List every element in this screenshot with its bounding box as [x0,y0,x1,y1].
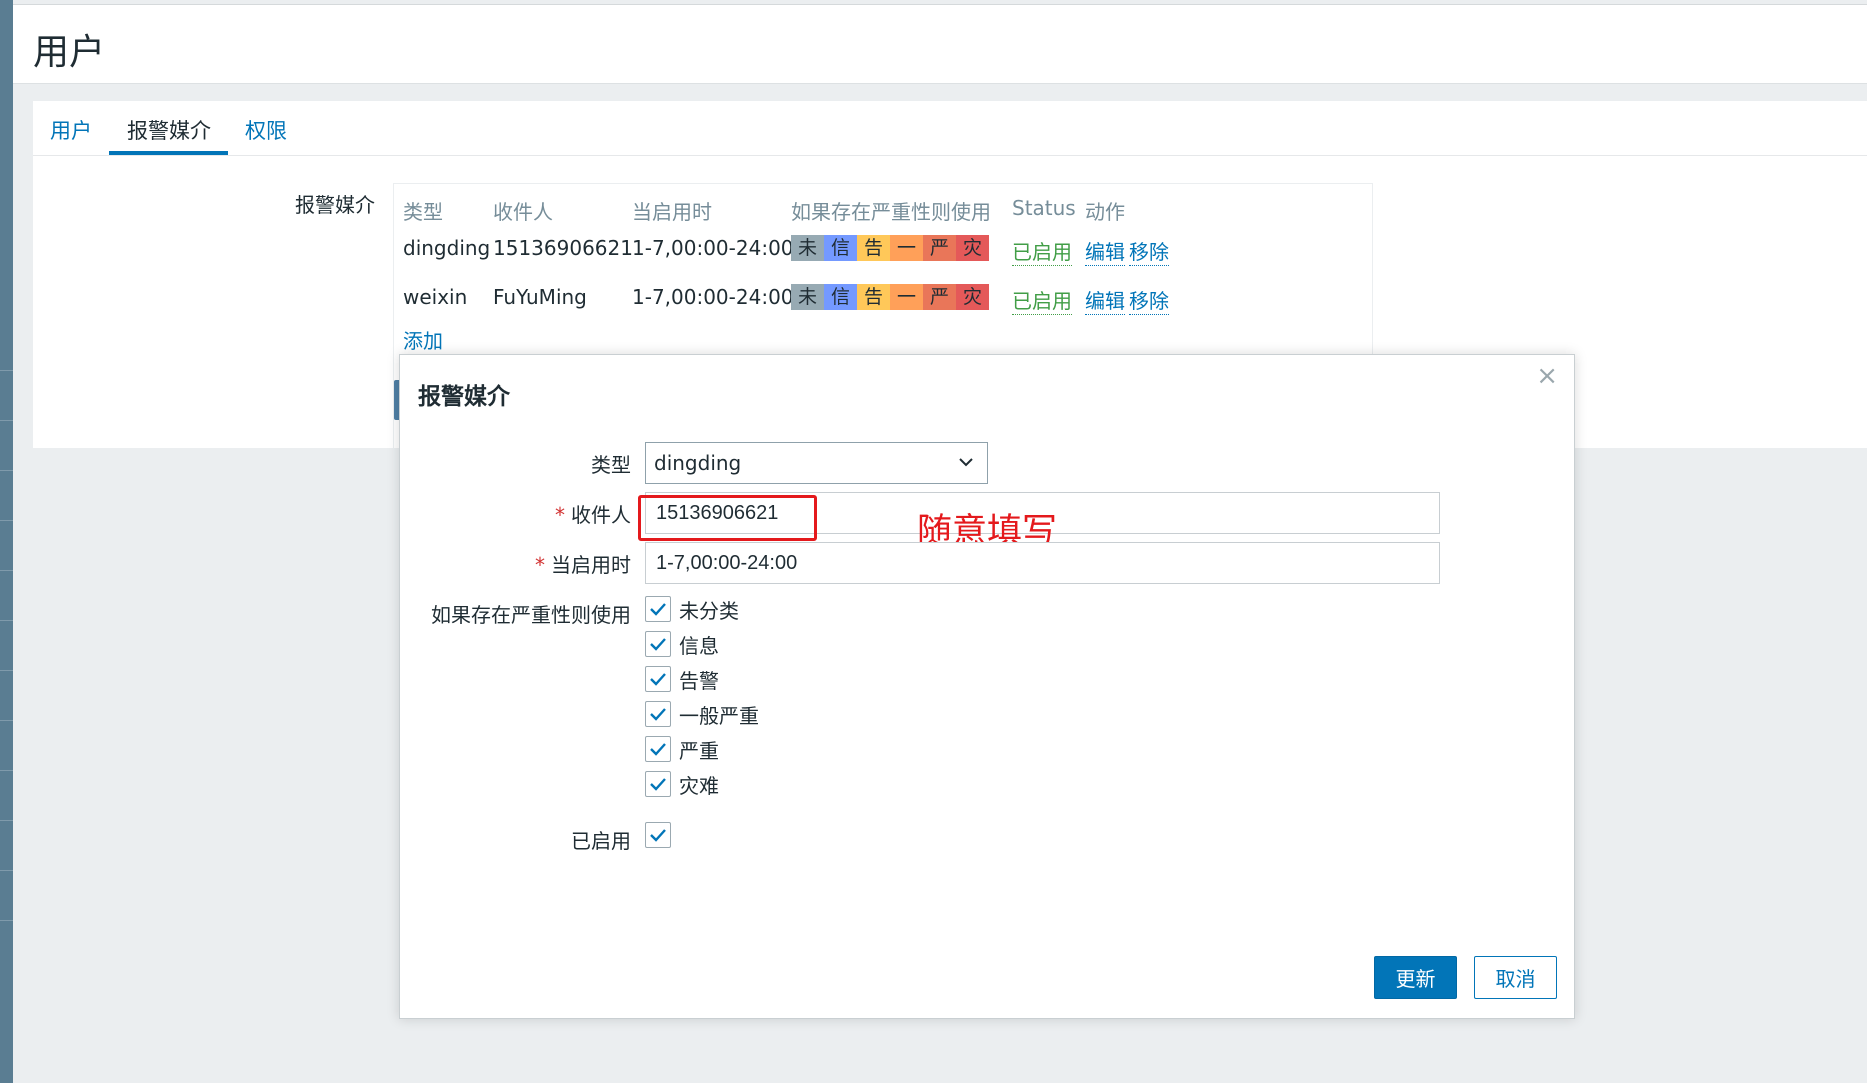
sidebar-divider [0,370,13,371]
table-cell-when-active: 1-7,00:00-24:00 [632,236,794,260]
enabled-label: 已启用 [571,829,631,853]
update-button[interactable]: 更新 [1374,956,1457,999]
checkbox[interactable] [645,701,671,727]
remove-link[interactable]: 移除 [1129,285,1169,315]
sidebar-divider [0,570,13,571]
type-select[interactable]: dingding [645,442,988,484]
severity-badge-information: 信 [824,284,857,310]
severity-badge-average: 一 [890,284,923,310]
checkbox-label: 灾难 [679,773,719,798]
checkbox[interactable] [645,596,671,622]
column-header-severity: 如果存在严重性则使用 [791,200,991,224]
media-field-label: 报警媒介 [295,193,375,217]
add-media-link[interactable]: 添加 [403,325,443,355]
checkmark-icon [650,829,666,842]
column-header-status: Status [1012,196,1076,220]
severity-badge-not-classified: 未 [791,235,824,261]
edit-link[interactable]: 编辑 [1085,236,1125,266]
sidebar-divider [0,670,13,671]
table-cell-type: weixin [403,285,468,309]
checkmark-icon [650,743,666,756]
column-header-actions: 动作 [1085,200,1125,224]
sidebar-divider [0,520,13,521]
column-header-type: 类型 [403,200,443,224]
column-header-recipient: 收件人 [493,200,553,224]
media-dialog: 报警媒介 × 类型 dingding *收件人 随意填写 *当启用时 如果存在严… [399,354,1575,1019]
severity-badge-high: 严 [923,284,956,310]
severity-badge-warning: 告 [857,235,890,261]
checkbox[interactable] [645,736,671,762]
sidebar-divider [0,820,13,821]
sidebar-divider [0,770,13,771]
tab-user[interactable]: 用户 [50,115,92,145]
required-marker: * [535,553,545,577]
checkmark-icon [650,638,666,651]
page-title: 用户 [33,32,106,73]
severity-checkbox-disaster[interactable]: 灾难 [645,771,719,798]
recipient-label-text: 收件人 [571,503,631,527]
status-enabled-link[interactable]: 已启用 [1012,236,1072,266]
checkmark-icon [650,708,666,721]
page-header: 用户 [13,4,1867,84]
severity-badge-information: 信 [824,235,857,261]
chevron-down-icon [959,458,973,467]
severity-checkbox-information[interactable]: 信息 [645,631,719,658]
checkbox-label: 一般严重 [679,703,759,728]
tab-media[interactable]: 报警媒介 [127,115,211,145]
checkbox[interactable] [645,666,671,692]
tab-permissions[interactable]: 权限 [245,115,287,145]
table-cell-recipient: 15136906621 [493,236,633,260]
type-label: 类型 [591,453,631,477]
checkbox-label: 严重 [679,738,719,763]
sidebar-divider [0,920,13,921]
column-header-when-active: 当启用时 [632,200,712,224]
checkbox-label: 告警 [679,668,719,693]
tab-bar: 用户 报警媒介 权限 [33,101,1867,156]
severity-checkbox-warning[interactable]: 告警 [645,666,719,693]
enabled-checkbox[interactable] [645,822,671,848]
severity-badges: 未 信 告 一 严 灾 [791,284,989,310]
checkbox[interactable] [645,822,671,848]
table-cell-type: dingding [403,236,491,260]
sidebar-divider [0,720,13,721]
severity-badge-disaster: 灾 [956,235,989,261]
severity-checkbox-not-classified[interactable]: 未分类 [645,596,739,623]
checkbox-label: 未分类 [679,598,739,623]
severity-badges: 未 信 告 一 严 灾 [791,235,989,261]
sidebar-divider [0,420,13,421]
severity-badge-high: 严 [923,235,956,261]
checkmark-icon [650,603,666,616]
severity-badge-warning: 告 [857,284,890,310]
when-active-label-text: 当启用时 [551,553,631,577]
sidebar-divider [0,870,13,871]
remove-link[interactable]: 移除 [1129,236,1169,266]
checkmark-icon [650,673,666,686]
severity-badge-not-classified: 未 [791,284,824,310]
severity-checkbox-high[interactable]: 严重 [645,736,719,763]
required-marker: * [555,503,565,527]
severity-checkbox-average[interactable]: 一般严重 [645,701,759,728]
checkbox-label: 信息 [679,633,719,658]
edit-link[interactable]: 编辑 [1085,285,1125,315]
dialog-title: 报警媒介 [418,384,510,410]
table-cell-recipient: FuYuMing [493,285,587,309]
severity-label: 如果存在严重性则使用 [431,603,631,627]
cancel-button[interactable]: 取消 [1474,956,1557,999]
close-icon[interactable]: × [1536,361,1558,391]
type-select-value: dingding [654,451,742,475]
sidebar-divider [0,620,13,621]
severity-badge-average: 一 [890,235,923,261]
left-sidebar-strip [0,0,13,1083]
checkmark-icon [650,778,666,791]
sidebar-divider [0,470,13,471]
status-enabled-link[interactable]: 已启用 [1012,285,1072,315]
active-tab-indicator [109,151,228,155]
when-active-input[interactable] [645,542,1440,584]
checkbox[interactable] [645,771,671,797]
severity-badge-disaster: 灾 [956,284,989,310]
recipient-label: * 收件人 [555,499,631,528]
table-cell-when-active: 1-7,00:00-24:00 [632,285,794,309]
when-active-label: * 当启用时 [535,549,631,578]
checkbox[interactable] [645,631,671,657]
